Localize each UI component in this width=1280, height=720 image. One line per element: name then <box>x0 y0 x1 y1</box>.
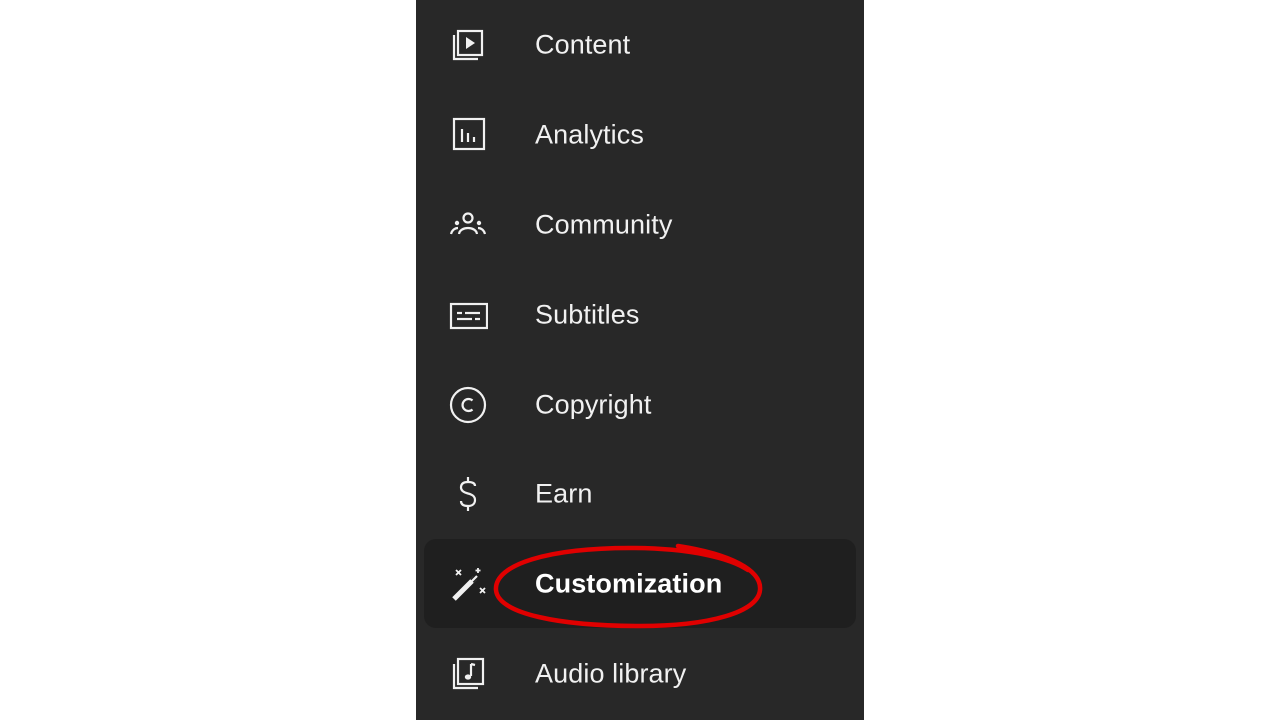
bar-chart-icon <box>448 115 488 155</box>
dollar-icon <box>448 474 488 514</box>
music-library-icon <box>448 654 488 694</box>
sidebar-item-community[interactable]: Community <box>424 180 856 269</box>
studio-sidebar: Content Analytics Community Subtitles Co… <box>416 0 864 720</box>
sidebar-item-subtitles[interactable]: Subtitles <box>424 270 856 359</box>
sidebar-item-content[interactable]: Content <box>424 0 856 89</box>
sidebar-item-label: Earn <box>535 478 593 508</box>
magic-wand-icon <box>448 564 488 604</box>
sidebar-item-label: Content <box>535 29 631 59</box>
sidebar-item-copyright[interactable]: Copyright <box>424 360 856 449</box>
video-library-icon <box>448 25 488 65</box>
sidebar-item-earn[interactable]: Earn <box>424 449 856 538</box>
sidebar-item-audio-library[interactable]: Audio library <box>424 629 856 718</box>
sidebar-item-customization[interactable]: Customization <box>424 539 856 628</box>
sidebar-item-label: Copyright <box>535 389 652 419</box>
screenshot-canvas: Content Analytics Community Subtitles Co… <box>0 0 1280 720</box>
copyright-icon <box>448 385 488 425</box>
subtitles-icon <box>448 295 488 335</box>
sidebar-item-label: Audio library <box>535 658 687 688</box>
people-icon <box>448 205 488 245</box>
sidebar-item-analytics[interactable]: Analytics <box>424 90 856 179</box>
sidebar-item-label: Customization <box>535 568 723 598</box>
sidebar-item-label: Analytics <box>535 119 644 149</box>
sidebar-item-label: Subtitles <box>535 299 640 329</box>
sidebar-item-label: Community <box>535 209 673 239</box>
